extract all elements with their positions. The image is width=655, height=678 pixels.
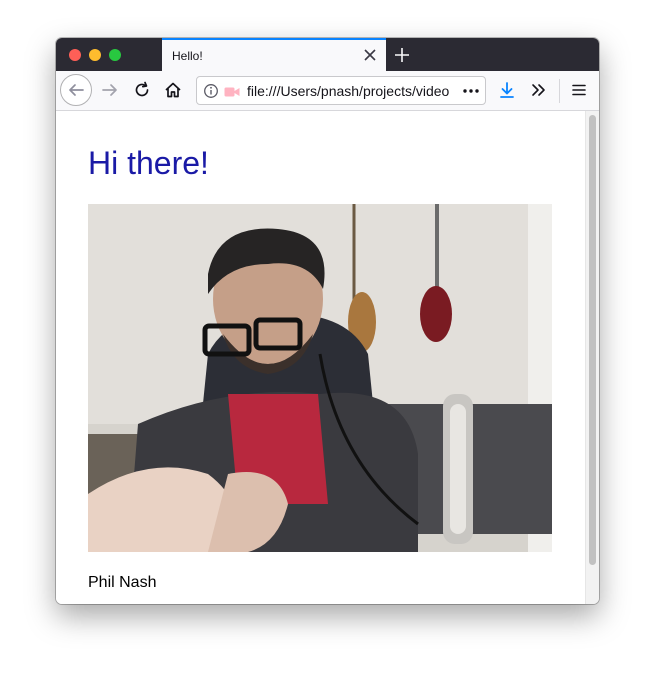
tab-title: Hello! xyxy=(172,49,203,63)
maximize-window-button[interactable] xyxy=(109,49,121,61)
forward-arrow-icon[interactable] xyxy=(96,76,124,104)
camera-icon[interactable] xyxy=(224,85,240,97)
url-text[interactable]: file:///Users/pnash/projects/video xyxy=(247,83,457,99)
new-tab-icon[interactable] xyxy=(390,43,414,67)
toolbar-separator xyxy=(559,79,560,103)
back-arrow-icon[interactable] xyxy=(60,74,92,106)
vertical-scrollbar[interactable] xyxy=(585,111,599,604)
minimize-window-button[interactable] xyxy=(89,49,101,61)
more-dots-icon[interactable] xyxy=(461,82,481,100)
close-window-button[interactable] xyxy=(69,49,81,61)
tab-active[interactable]: Hello! xyxy=(162,38,386,71)
chevron-double-right-icon[interactable] xyxy=(525,76,553,104)
reload-icon[interactable] xyxy=(128,76,156,104)
webcam-video[interactable] xyxy=(88,204,558,552)
browser-window: Hello! file:///Users/pnash/projects/vide… xyxy=(56,38,599,604)
tab-close-icon[interactable] xyxy=(360,45,380,65)
download-icon[interactable] xyxy=(493,76,521,104)
home-icon[interactable] xyxy=(159,76,187,104)
page-heading: Hi there! xyxy=(88,145,209,181)
caption-name: Phil Nash xyxy=(88,574,157,591)
title-bar: Hello! xyxy=(56,38,599,71)
page-content: Hi there! Phil Nash xyxy=(56,111,585,604)
nav-toolbar: file:///Users/pnash/projects/video xyxy=(56,71,599,111)
hamburger-menu-icon[interactable] xyxy=(565,76,593,104)
info-icon[interactable] xyxy=(203,83,219,99)
url-bar[interactable]: file:///Users/pnash/projects/video xyxy=(196,76,486,105)
scrollbar-thumb[interactable] xyxy=(589,115,596,565)
